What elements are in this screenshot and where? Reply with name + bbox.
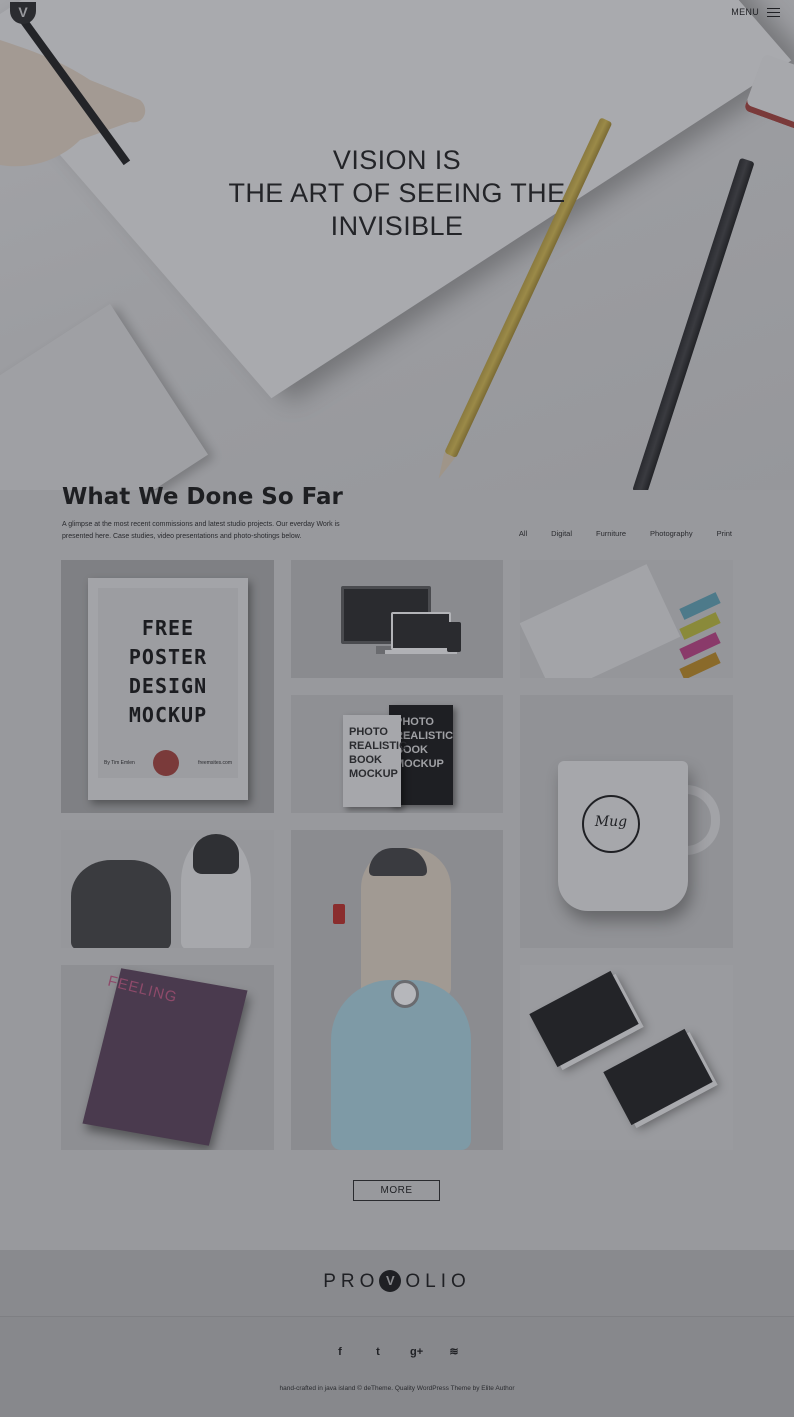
hero-paper-stack bbox=[0, 303, 209, 490]
portfolio-filters: All Digital Furniture Photography Print bbox=[519, 529, 732, 538]
poster-mockup-image: FREE POSTER DESIGN MOCKUP By Tim Emlen f… bbox=[88, 578, 248, 800]
poster-line: FREE bbox=[141, 616, 195, 640]
portfolio-item-people-photo[interactable] bbox=[61, 830, 274, 948]
footer-credit: hand-crafted in java island © deTheme. Q… bbox=[279, 1385, 515, 1392]
phone-image bbox=[447, 622, 461, 652]
book-line: PHOTO bbox=[349, 726, 388, 738]
poster-site: freemsites.com bbox=[198, 760, 232, 766]
hero-section: V MENU VISION IS THE ART OF SEEING THE I… bbox=[0, 0, 794, 490]
hero-headline-line: THE ART OF SEEING THE bbox=[228, 178, 566, 208]
poster-line: POSTER bbox=[128, 645, 208, 669]
footer-bottom bbox=[0, 1316, 794, 1417]
twitter-icon[interactable]: t bbox=[372, 1345, 384, 1359]
portfolio-item-stationery[interactable] bbox=[520, 560, 733, 678]
laptop-image bbox=[391, 612, 451, 650]
portfolio-item-poster[interactable]: FREE POSTER DESIGN MOCKUP By Tim Emlen f… bbox=[61, 560, 274, 813]
brand-suffix: OLIO bbox=[405, 1271, 471, 1292]
more-button[interactable]: MORE bbox=[353, 1180, 440, 1201]
portfolio-item-devices[interactable] bbox=[291, 560, 503, 678]
menu-label[interactable]: MENU bbox=[731, 7, 759, 17]
portfolio-description: A glimpse at the most recent commissions… bbox=[62, 521, 340, 540]
book-line: MOCKUP bbox=[349, 768, 398, 780]
footer-logo[interactable]: PRO V OLIO bbox=[0, 1270, 794, 1293]
girl-hat bbox=[369, 848, 427, 876]
hero-headline: VISION IS THE ART OF SEEING THE INVISIBL… bbox=[0, 144, 794, 243]
business-card-image bbox=[603, 1028, 713, 1126]
book-line: REALISTIC bbox=[349, 740, 408, 752]
hero-headline-line: VISION IS bbox=[332, 145, 462, 175]
portfolio-title: What We Done So Far bbox=[62, 484, 343, 510]
white-book-image: PHOTO REALISTIC BOOK MOCKUP bbox=[343, 715, 408, 807]
letterhead-image bbox=[520, 564, 681, 678]
portfolio-item-scooter-photo[interactable] bbox=[291, 830, 503, 1150]
person-figure bbox=[71, 860, 171, 948]
portfolio-item-magazine[interactable]: FEELING bbox=[61, 965, 274, 1150]
book-line: BOOK bbox=[349, 754, 382, 766]
hamburger-icon[interactable] bbox=[767, 7, 780, 18]
book-line: PHOTO bbox=[395, 716, 434, 728]
poster-badge bbox=[153, 750, 180, 776]
poster-line: DESIGN bbox=[128, 674, 208, 698]
filter-photography[interactable]: Photography bbox=[650, 529, 693, 538]
poster-headline: FREE POSTER DESIGN MOCKUP bbox=[98, 614, 238, 730]
facebook-icon[interactable]: f bbox=[334, 1345, 346, 1359]
poster-line: MOCKUP bbox=[128, 703, 208, 727]
hero-headline-line: INVISIBLE bbox=[330, 211, 464, 241]
portfolio-item-business-cards[interactable] bbox=[520, 965, 733, 1150]
mug-logo: Mug bbox=[582, 795, 640, 853]
poster-footer: By Tim Emlen freemsites.com bbox=[104, 750, 232, 776]
menu-button[interactable]: MENU bbox=[731, 7, 780, 18]
social-links: f t g+ ≋ bbox=[0, 1345, 794, 1359]
portfolio-item-book[interactable]: PHOTO REALISTIC BOOK MOCKUP PHOTO REALIS… bbox=[291, 695, 503, 813]
portfolio-item-mug[interactable]: Mug bbox=[520, 695, 733, 948]
google-plus-icon[interactable]: g+ bbox=[410, 1345, 423, 1359]
filter-print[interactable]: Print bbox=[717, 529, 732, 538]
rss-icon[interactable]: ≋ bbox=[448, 1345, 460, 1359]
filter-furniture[interactable]: Furniture bbox=[596, 529, 626, 538]
book-line: MOCKUP bbox=[395, 758, 444, 770]
poster-author: By Tim Emlen bbox=[104, 760, 135, 766]
soda-can bbox=[333, 904, 345, 924]
filter-digital[interactable]: Digital bbox=[551, 529, 572, 538]
business-card-image bbox=[529, 970, 639, 1068]
brand-prefix: PRO bbox=[323, 1271, 380, 1292]
brand-v-mark: V bbox=[379, 1270, 402, 1292]
filter-all[interactable]: All bbox=[519, 529, 527, 538]
scooter-headlamp bbox=[391, 980, 419, 1008]
woman-hair bbox=[193, 834, 239, 874]
